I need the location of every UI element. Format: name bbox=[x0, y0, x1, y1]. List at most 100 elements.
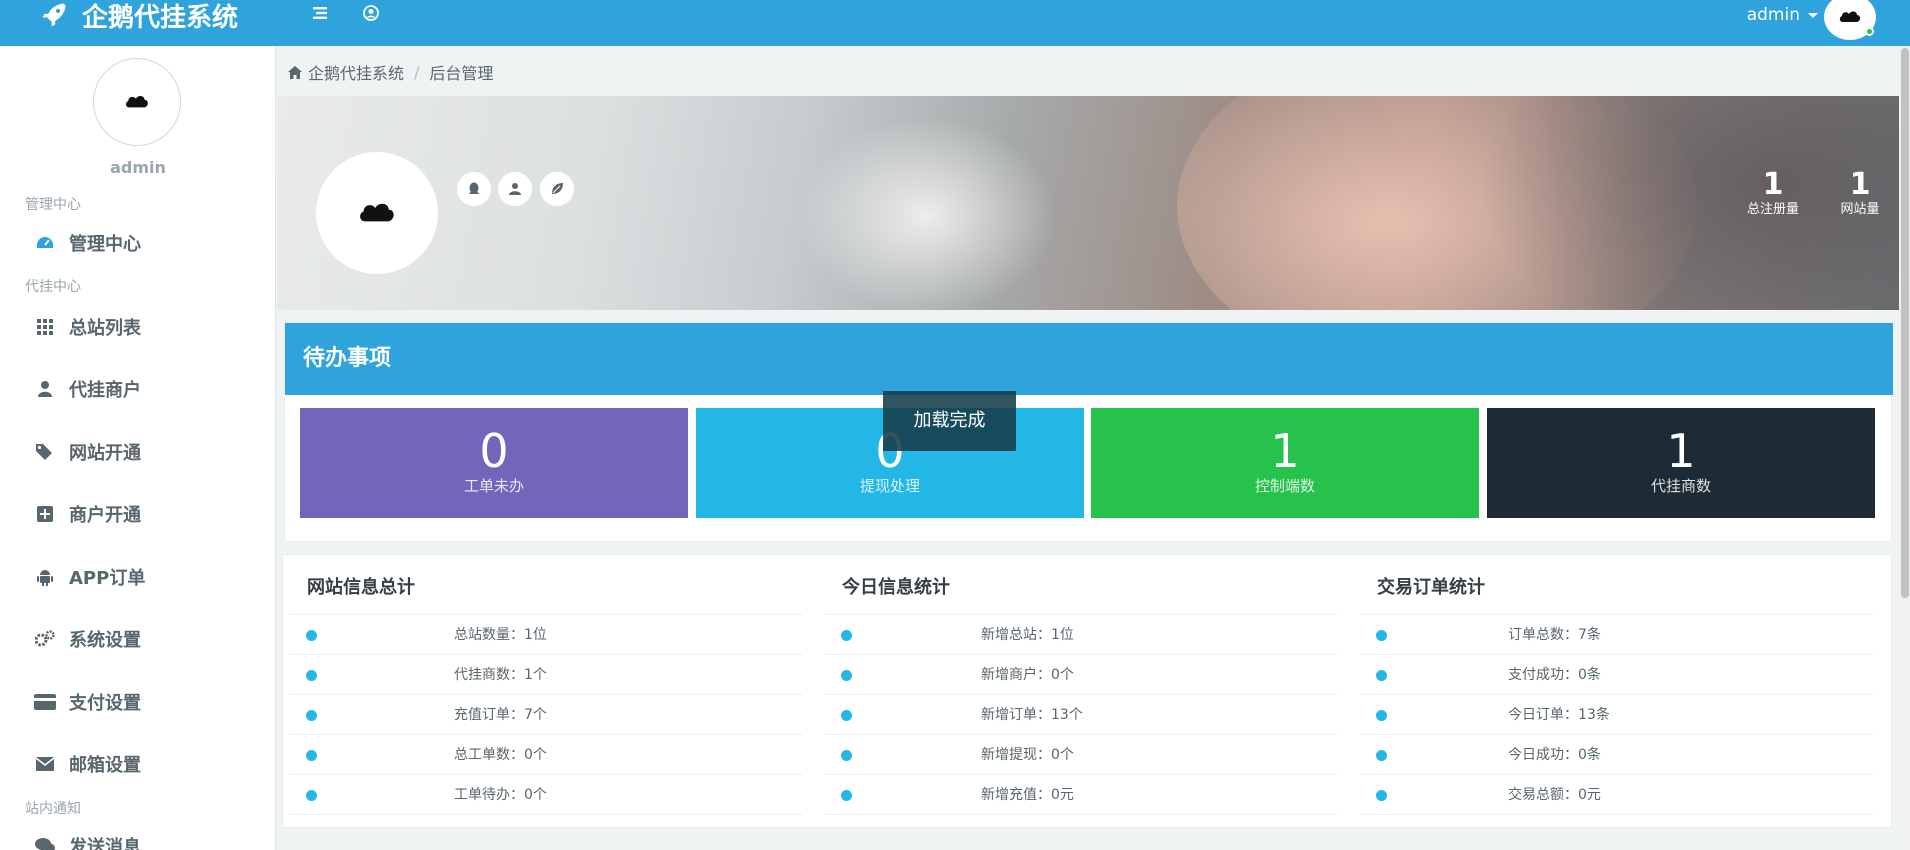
breadcrumb-home[interactable]: 企鹅代挂系统 bbox=[308, 60, 404, 84]
profile-button[interactable] bbox=[497, 171, 533, 207]
user-menu[interactable]: admin bbox=[1747, 0, 1818, 30]
list-item: 新增商户：0个 bbox=[825, 655, 1338, 695]
list-item: 工单待办：0个 bbox=[290, 775, 803, 815]
tile-label: 工单未办 bbox=[463, 477, 524, 495]
tile-proxy-merchants[interactable]: 1 代挂商数 bbox=[1487, 408, 1875, 518]
stat-site-count: 1 网站量 bbox=[1820, 168, 1899, 218]
bullet-dot bbox=[306, 790, 317, 801]
tile-pending-tickets[interactable]: 0 工单未办 bbox=[300, 408, 688, 518]
bullet-dot bbox=[841, 750, 852, 761]
banner-avatar[interactable] bbox=[316, 152, 438, 274]
bullet-dot bbox=[306, 750, 317, 761]
loading-toast: 加载完成 bbox=[883, 391, 1016, 451]
user-menu-label: admin bbox=[1746, 5, 1800, 25]
cloud-avatar-icon bbox=[1839, 11, 1860, 22]
envelope-icon bbox=[34, 753, 56, 775]
sidebar-item-site-open[interactable]: 网站开通 bbox=[0, 432, 276, 472]
list-item: 总工单数：0个 bbox=[290, 735, 803, 775]
sidebar-item-dashboard[interactable]: 管理中心 bbox=[0, 223, 276, 263]
qq-icon bbox=[469, 182, 479, 194]
cloud-avatar-icon bbox=[360, 203, 394, 222]
bullet-dot bbox=[841, 790, 852, 801]
sidebar-item-label: 商户开通 bbox=[69, 505, 141, 526]
sidebar-item-app-orders[interactable]: APP订单 bbox=[0, 557, 276, 597]
info-site-totals: 网站信息总计 总站数量：1位 代挂商数：1个 充值订单：7个 总工单数：0个 工… bbox=[283, 555, 810, 815]
bullet-dot bbox=[306, 710, 317, 721]
list-item: 新增提现：0个 bbox=[825, 735, 1338, 775]
sidebar-item-site-list[interactable]: 总站列表 bbox=[0, 307, 276, 347]
leaf-button[interactable] bbox=[539, 171, 575, 207]
list-item: 充值订单：7个 bbox=[290, 695, 803, 735]
sidebar: admin 管理中心 管理中心 代挂中心 总站列表 代挂商户 网站开通 商户开通 bbox=[0, 46, 276, 850]
sidebar-username: admin bbox=[110, 158, 166, 177]
todo-title: 待办事项 bbox=[285, 323, 1893, 395]
brand-title: 企鹅代挂系统 bbox=[82, 2, 239, 33]
dashboard-icon bbox=[34, 232, 56, 254]
list-item: 代挂商数：1个 bbox=[290, 655, 803, 695]
info-order-stats: 交易订单统计 订单总数：7条 支付成功：0条 今日订单：13条 今日成功：0条 … bbox=[1353, 555, 1880, 815]
top-header: 企鹅代挂系统 admin bbox=[0, 0, 1910, 46]
online-status-dot bbox=[1865, 27, 1874, 36]
breadcrumb-separator: / bbox=[414, 62, 420, 82]
scrollbar-thumb[interactable] bbox=[1901, 48, 1909, 598]
profile-banner: 1 总注册量 1 网站量 bbox=[277, 96, 1899, 310]
credit-card-icon bbox=[34, 691, 56, 713]
sidebar-item-email-settings[interactable]: 邮箱设置 bbox=[0, 744, 276, 784]
list-item: 总站数量：1位 bbox=[290, 615, 803, 655]
bullet-dot bbox=[306, 630, 317, 641]
tile-label: 代挂商数 bbox=[1650, 477, 1711, 495]
sidebar-group-proxy: 代挂中心 bbox=[25, 279, 81, 295]
grid-icon bbox=[34, 316, 56, 338]
bullet-dot bbox=[1376, 710, 1387, 721]
android-icon bbox=[34, 566, 56, 588]
bullet-dot bbox=[841, 670, 852, 681]
brand[interactable]: 企鹅代挂系统 bbox=[40, 0, 238, 33]
sidebar-item-payment-settings[interactable]: 支付设置 bbox=[0, 682, 276, 722]
sidebar-item-label: 邮箱设置 bbox=[69, 755, 141, 776]
list-toggle-icon[interactable] bbox=[311, 4, 329, 22]
bullet-dot bbox=[841, 630, 852, 641]
comments-icon bbox=[34, 835, 56, 850]
sidebar-item-system-settings[interactable]: 系统设置 bbox=[0, 619, 276, 659]
sidebar-item-merchant-open[interactable]: 商户开通 bbox=[0, 494, 276, 534]
list-item: 交易总额：0元 bbox=[1360, 775, 1873, 815]
sidebar-item-send-message[interactable]: 发送消息 bbox=[0, 826, 276, 850]
info-today-stats: 今日信息统计 新增总站：1位 新增商户：0个 新增订单：13个 新增提现：0个 … bbox=[818, 555, 1345, 815]
sidebar-avatar[interactable] bbox=[93, 58, 181, 146]
stat-value: 1 bbox=[1762, 167, 1784, 202]
stat-label: 网站量 bbox=[1840, 202, 1880, 217]
breadcrumb-current: 后台管理 bbox=[429, 64, 494, 83]
sidebar-item-label: 系统设置 bbox=[69, 630, 141, 651]
sidebar-item-label: APP订单 bbox=[69, 568, 146, 589]
bullet-dot bbox=[1376, 670, 1387, 681]
banner-image-glow bbox=[797, 116, 1057, 310]
list-item: 新增订单：13个 bbox=[825, 695, 1338, 735]
tile-controllers[interactable]: 1 控制端数 bbox=[1091, 408, 1479, 518]
cogs-icon bbox=[34, 628, 56, 650]
caret-down-icon bbox=[1808, 12, 1818, 18]
info-title: 今日信息统计 bbox=[825, 555, 1338, 615]
tile-value: 0 bbox=[479, 424, 509, 478]
sidebar-group-admin: 管理中心 bbox=[25, 197, 81, 213]
tile-label: 控制端数 bbox=[1254, 477, 1315, 495]
sidebar-item-label: 支付设置 bbox=[69, 693, 141, 714]
tile-label: 提现处理 bbox=[859, 477, 920, 495]
sidebar-group-notice: 站内通知 bbox=[25, 801, 81, 817]
user-circle-icon[interactable] bbox=[362, 4, 380, 22]
breadcrumb: 企鹅代挂系统 / 后台管理 bbox=[288, 60, 493, 84]
sidebar-item-label: 管理中心 bbox=[69, 234, 141, 255]
page-scrollbar[interactable] bbox=[1900, 46, 1910, 850]
header-avatar[interactable] bbox=[1824, 0, 1876, 40]
sidebar-item-proxy-merchant[interactable]: 代挂商户 bbox=[0, 369, 276, 409]
list-item: 新增总站：1位 bbox=[825, 615, 1338, 655]
tags-icon bbox=[34, 441, 56, 463]
stat-label: 总注册量 bbox=[1746, 202, 1799, 217]
list-item: 新增充值：0元 bbox=[825, 775, 1338, 815]
tile-value: 1 bbox=[1666, 424, 1696, 478]
bullet-dot bbox=[1376, 790, 1387, 801]
todo-panel: 待办事项 0 工单未办 0 提现处理 1 控制端数 1 代挂商数 bbox=[284, 322, 1893, 542]
bullet-dot bbox=[841, 710, 852, 721]
sidebar-item-label: 总站列表 bbox=[69, 318, 141, 339]
user-icon bbox=[34, 378, 56, 400]
qq-button[interactable] bbox=[456, 171, 492, 207]
